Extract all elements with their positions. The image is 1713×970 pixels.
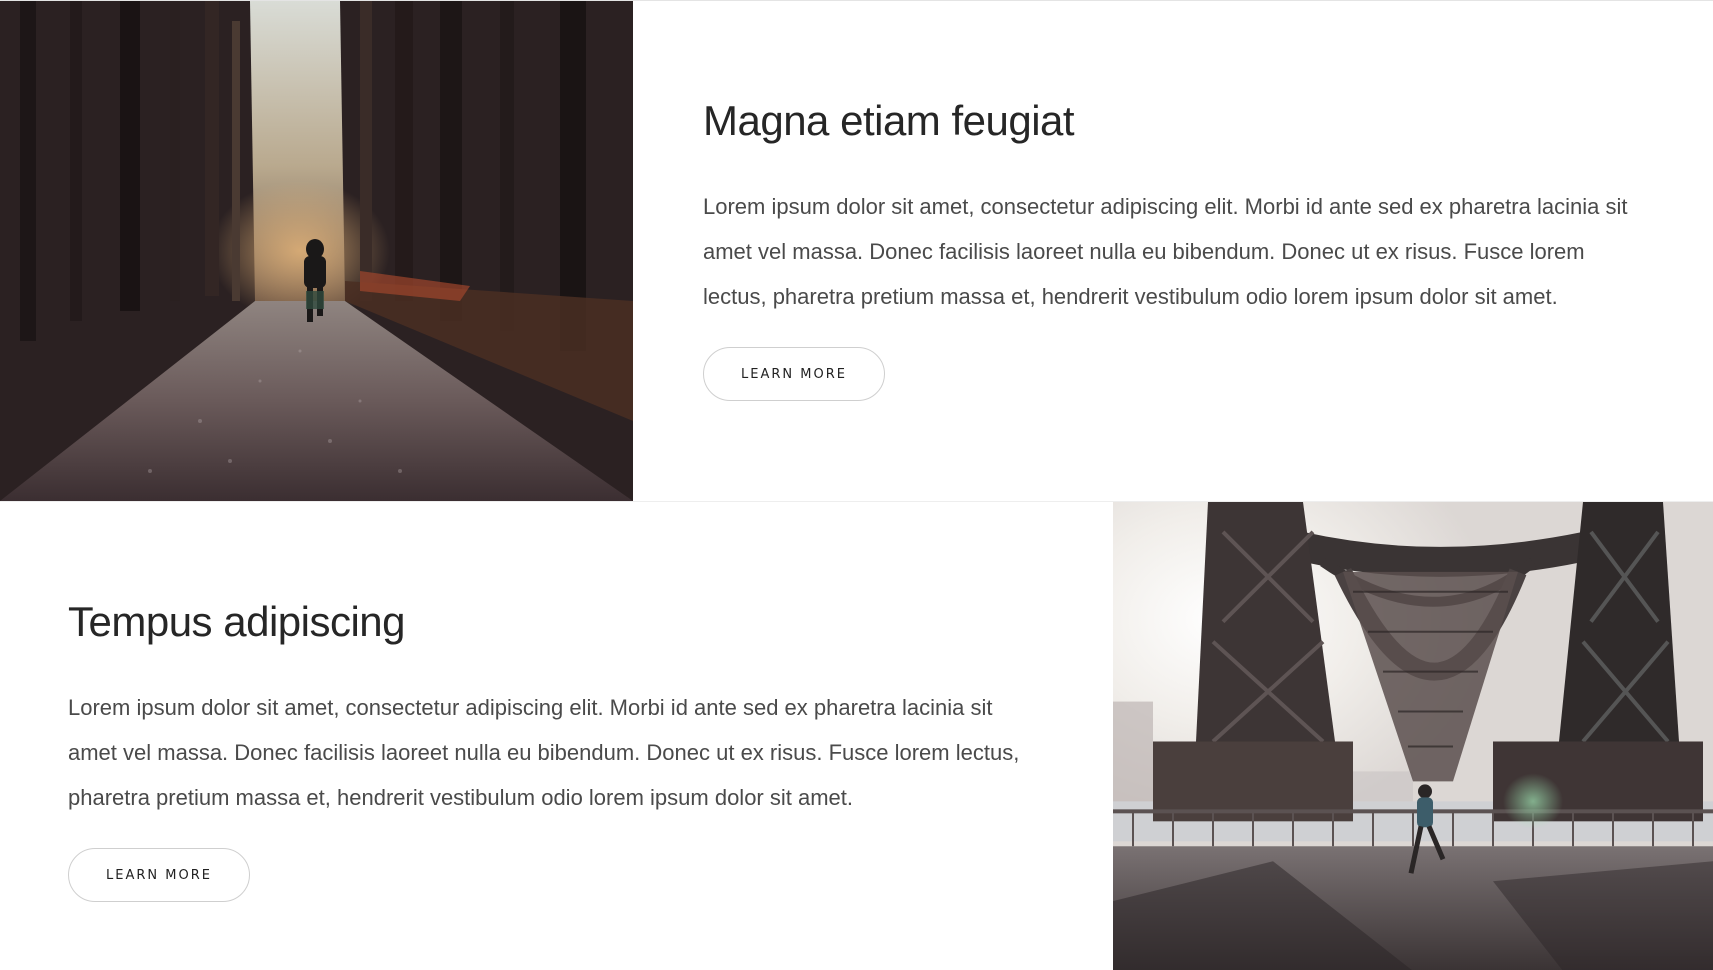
- bridge-runner-image: [1113, 502, 1713, 970]
- learn-more-button[interactable]: LEARN MORE: [68, 848, 250, 903]
- forest-runner-image: [0, 1, 633, 501]
- spotlight-bridge: Tempus adipiscing Lorem ipsum dolor sit …: [0, 501, 1713, 970]
- learn-more-button[interactable]: LEARN MORE: [703, 347, 885, 402]
- spotlight-description: Lorem ipsum dolor sit amet, consectetur …: [68, 695, 1020, 811]
- spotlight-content: Magna etiam feugiat Lorem ipsum dolor si…: [633, 1, 1713, 501]
- bridge-photo: [1113, 502, 1713, 970]
- spotlight-forest: Magna etiam feugiat Lorem ipsum dolor si…: [0, 1, 1713, 501]
- spotlight-title: Tempus adipiscing: [68, 598, 406, 645]
- spotlight-content: Tempus adipiscing Lorem ipsum dolor sit …: [0, 502, 1113, 970]
- forest-photo: [0, 1, 633, 501]
- spotlight-description: Lorem ipsum dolor sit amet, consectetur …: [703, 194, 1628, 310]
- spotlight-title: Magna etiam feugiat: [703, 97, 1075, 144]
- page: Magna etiam feugiat Lorem ipsum dolor si…: [0, 0, 1713, 970]
